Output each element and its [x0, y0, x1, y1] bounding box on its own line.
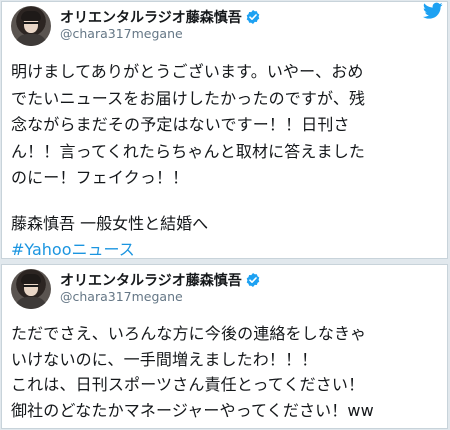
avatar[interactable] — [11, 6, 51, 46]
avatar-body — [15, 34, 47, 46]
tweet-text: 明けましてありがとうございます。いやー、おめ でたいニュースをお届けしたかったの… — [11, 62, 366, 187]
tweet-text: ただでさえ、いろんな方に今後の連絡をしなきゃ いけないのに、一手間増えましたわ！… — [11, 324, 374, 420]
avatar-glasses — [23, 22, 39, 28]
user-handle[interactable]: @chara317megane — [60, 26, 183, 41]
verified-badge-icon — [246, 273, 260, 287]
tweet-card[interactable]: オリエンタルラジオ藤森慎吾 @chara317megane ただでさえ、いろんな… — [1, 264, 448, 429]
display-name[interactable]: オリエンタルラジオ藤森慎吾 — [60, 270, 261, 290]
hashtag-label[interactable]: #Yahooニュース — [11, 240, 135, 258]
link-title[interactable]: 藤森慎吾 一般女性と結婚へ — [11, 210, 208, 234]
avatar-body — [15, 297, 47, 309]
verified-badge-icon — [246, 10, 260, 24]
display-name-label: オリエンタルラジオ藤森慎吾 — [60, 273, 242, 289]
display-name-label: オリエンタルラジオ藤森慎吾 — [60, 10, 242, 26]
display-name[interactable]: オリエンタルラジオ藤森慎吾 — [60, 7, 261, 27]
avatar-hair — [21, 11, 41, 21]
twitter-bird-icon[interactable] — [423, 2, 443, 20]
avatar[interactable] — [11, 269, 51, 309]
user-handle[interactable]: @chara317megane — [60, 289, 183, 304]
tweet-card[interactable]: オリエンタルラジオ藤森慎吾 @chara317megane 明けましてありがとう… — [1, 1, 448, 259]
hashtag-link[interactable]: #Yahooニュース — [11, 236, 135, 258]
avatar-hair — [21, 274, 41, 284]
avatar-glasses — [23, 285, 39, 291]
